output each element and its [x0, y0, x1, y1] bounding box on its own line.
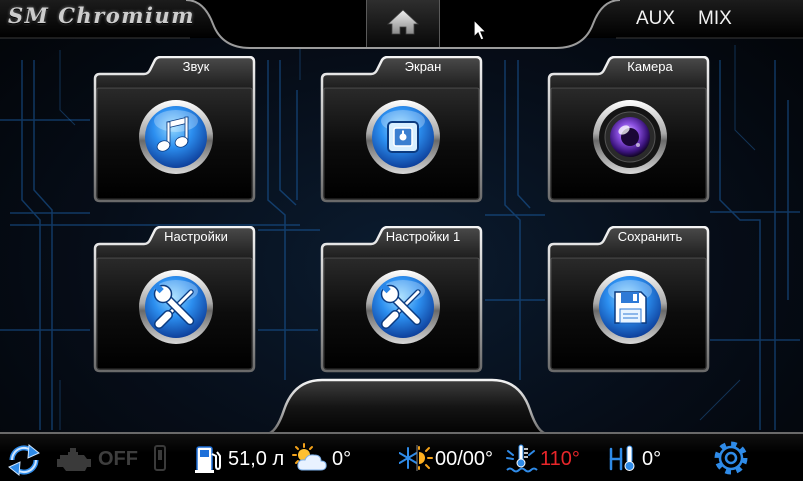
tile-camera[interactable]: Камера [546, 56, 710, 203]
snowflake-sun-icon [399, 445, 433, 471]
tile-settings-1[interactable]: Настройки 1 [319, 226, 483, 373]
head-unit-screen: SM Chromium AUX MIX Звук Экран Камера На… [0, 0, 803, 481]
screen-icon [366, 100, 440, 174]
coolant-temp: 110° [540, 448, 580, 470]
tools-icon [366, 270, 440, 344]
tile-sound[interactable]: Звук [92, 56, 256, 203]
floppy-disk-icon [593, 270, 667, 344]
cabin-temp: 0° [642, 448, 662, 470]
tile-save[interactable]: Сохранить [546, 226, 710, 373]
climate-temps: 00/00° [435, 448, 494, 470]
home-button[interactable] [366, 0, 440, 47]
tile-settings[interactable]: Настройки [92, 226, 256, 373]
tile-screen[interactable]: Экран [319, 56, 483, 203]
status-bar: OFF 51,0 л 0° 00/00° 110° 0° [0, 432, 803, 481]
tile-label: Сохранить [617, 229, 683, 244]
mouse-cursor [473, 18, 488, 41]
gear-icon[interactable] [712, 440, 750, 476]
outside-temp: 0° [332, 448, 352, 470]
home-icon [366, 0, 440, 47]
music-note-icon [139, 100, 213, 174]
engine-icon [57, 448, 91, 471]
sun-cloud-icon [292, 443, 327, 471]
phone-icon [154, 445, 166, 471]
refresh-icon[interactable] [4, 442, 44, 478]
tile-label: Камера [627, 59, 673, 74]
tile-label: Настройки [164, 229, 228, 244]
tile-label: Звук [182, 59, 210, 74]
tile-label: Экран [404, 59, 442, 74]
coolant-temp-icon [506, 444, 538, 473]
bottom-panel-tab[interactable] [262, 376, 552, 434]
tile-label: Настройки 1 [385, 229, 461, 244]
camera-lens-icon [593, 100, 667, 174]
engine-state: OFF [98, 448, 138, 470]
cabin-temp-icon [609, 445, 635, 471]
aux-button[interactable]: AUX [636, 8, 675, 30]
tools-icon [139, 270, 213, 344]
fuel-level: 51,0 л [228, 448, 285, 470]
brand-logo: SM Chromium [8, 3, 195, 28]
fuel-pump-icon [195, 446, 221, 473]
mix-button[interactable]: MIX [698, 8, 732, 30]
